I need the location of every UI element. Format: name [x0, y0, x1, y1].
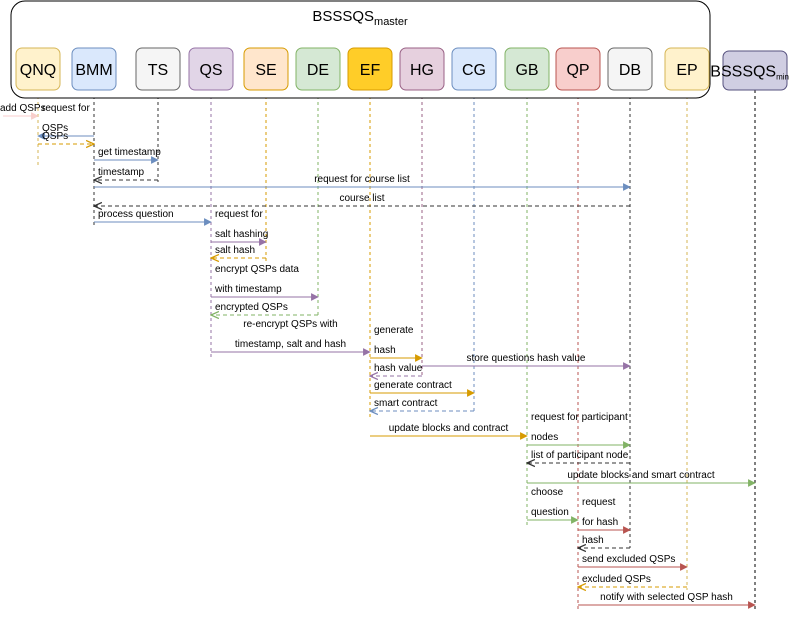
- message-label: update blocks and smart contract: [567, 470, 715, 481]
- participant-qs: QS: [188, 47, 234, 91]
- message-10: salt hash: [211, 245, 266, 258]
- message-label: hash: [374, 345, 396, 356]
- message-label: with timestamp: [214, 284, 282, 295]
- message-6: request for course list: [94, 174, 631, 191]
- message-4: get timestamp: [94, 147, 161, 164]
- message-28: notify with selected QSP hash: [578, 592, 756, 609]
- message-16: hash value: [370, 363, 423, 376]
- participant-label: QNQ: [20, 62, 56, 79]
- message-14: generate hash: [370, 325, 423, 362]
- message-label: generate: [374, 325, 414, 336]
- participant-min: BSSSQSminion: [710, 50, 789, 91]
- message-label: encrypt QSPs data: [215, 264, 299, 275]
- participant-label: GB: [515, 62, 538, 79]
- sequence-diagram: BSSSQSmaster QNQ BMM TS QS SE DE EF HG CG GB QP DB E…: [0, 0, 789, 612]
- message-12: encrypted QSPs: [211, 302, 318, 315]
- message-label: salt hashing: [215, 229, 268, 240]
- participant-ep: EP: [664, 47, 710, 91]
- message-26: send excluded QSPs: [578, 554, 688, 571]
- message-label: request for course list: [314, 174, 410, 185]
- message-1: add QSPs: [0, 103, 46, 120]
- message-8: process question: [94, 209, 212, 226]
- message-label: add QSPs: [0, 103, 46, 114]
- participant-label: EF: [360, 62, 381, 79]
- message-label: choose: [531, 487, 564, 498]
- message-label: salt hash: [215, 245, 255, 256]
- participant-label: SE: [255, 62, 276, 79]
- message-label: hash: [582, 535, 604, 546]
- message-5: timestamp: [94, 167, 158, 180]
- participant-label: QP: [566, 62, 589, 79]
- participant-gb: GB: [504, 47, 550, 91]
- participant-de: DE: [295, 47, 341, 91]
- participant-label: EP: [676, 62, 697, 79]
- message-13: re-encrypt QSPs with timestamp, salt and …: [211, 319, 371, 356]
- message-17: generate contract: [370, 380, 475, 397]
- message-label: request for: [42, 103, 90, 114]
- message-label: list of participant node: [531, 450, 629, 461]
- message-label: nodes: [531, 432, 558, 443]
- participant-bmm: BMM: [71, 47, 117, 91]
- message-19: update blocks and contract: [370, 423, 528, 440]
- messages: add QSPsrequest forQSPsQSPsget timestamp…: [0, 103, 756, 609]
- message-label: re-encrypt QSPs with: [243, 319, 337, 330]
- message-label: question: [531, 507, 569, 518]
- message-15: store questions hash value: [422, 353, 631, 370]
- participant-qp: QP: [555, 47, 601, 91]
- message-label: request for participant: [531, 412, 628, 423]
- participant-ts: TS: [135, 47, 181, 91]
- message-label: generate contract: [374, 380, 452, 391]
- message-label: for hash: [582, 517, 618, 528]
- participant-qnq: QNQ: [15, 47, 61, 91]
- message-9: request for salt hashing: [211, 209, 268, 246]
- participant-ef: EF: [347, 47, 393, 91]
- participant-label: HG: [410, 62, 434, 79]
- message-label: send excluded QSPs: [582, 554, 675, 565]
- message-25: hash: [578, 535, 630, 548]
- message-11: encrypt QSPs data with timestamp: [211, 264, 319, 301]
- message-label: QSPs: [42, 131, 68, 142]
- message-label: excluded QSPs: [582, 574, 651, 585]
- participant-hg: HG: [399, 47, 445, 91]
- message-label: course list: [339, 193, 384, 204]
- message-24: request for hash: [578, 497, 631, 534]
- participant-se: SE: [243, 47, 289, 91]
- message-7: course list: [94, 193, 630, 206]
- message-label: process question: [98, 209, 174, 220]
- participant-cg: CG: [451, 47, 497, 91]
- message-3: QSPs: [38, 131, 94, 144]
- message-label: store questions hash value: [467, 353, 586, 364]
- message-27: excluded QSPs: [578, 574, 687, 587]
- message-label: request for: [215, 209, 263, 220]
- participant-label: BMM: [75, 62, 112, 79]
- participant-label: CG: [462, 62, 486, 79]
- message-label: timestamp, salt and hash: [235, 339, 346, 350]
- message-label: encrypted QSPs: [215, 302, 288, 313]
- participant-label: DE: [307, 62, 329, 79]
- participant-label: DB: [619, 62, 641, 79]
- message-18: smart contract: [370, 398, 474, 411]
- participant-db: DB: [607, 47, 653, 91]
- message-label: smart contract: [374, 398, 438, 409]
- message-label: timestamp: [98, 167, 145, 178]
- participant-label: TS: [148, 62, 168, 79]
- participant-label: QS: [199, 62, 222, 79]
- lifelines: [37, 90, 756, 612]
- message-label: update blocks and contract: [389, 423, 509, 434]
- message-label: request: [582, 497, 616, 508]
- message-label: notify with selected QSP hash: [600, 592, 733, 603]
- message-label: hash value: [374, 363, 423, 374]
- message-22: update blocks and smart contract: [527, 470, 756, 487]
- message-label: get timestamp: [98, 147, 161, 158]
- message-23: choose question: [527, 487, 579, 524]
- message-21: list of participant node: [527, 450, 630, 463]
